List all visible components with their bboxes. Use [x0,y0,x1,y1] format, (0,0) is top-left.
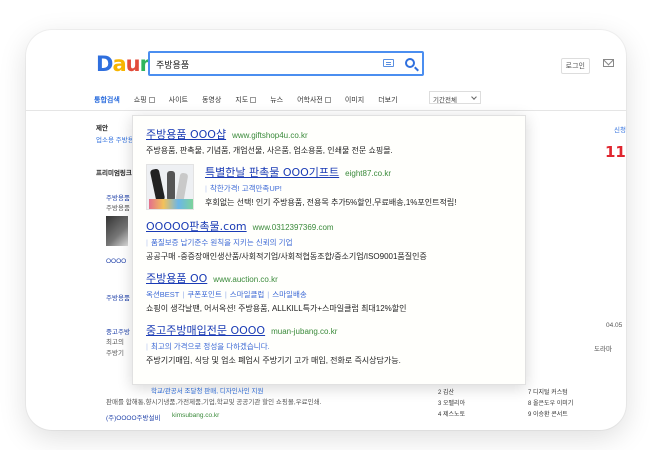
ad-item: 중고주방매입전문 OOOO muan-jubang.co.kr | 최고의 가격으… [146,322,525,366]
bg-link[interactable]: 중고주방 [106,326,130,336]
tab-news[interactable]: 뉴스 [270,95,283,105]
logo-letter: u [125,52,141,76]
tab-integrated[interactable]: 통합검색 [94,95,120,105]
ad-item: 특별한날 판촉물 OOO기프트 eight87.co.kr | 착한가격! 고객만… [146,164,525,210]
logo-letter: a [112,52,126,76]
bg-date: 04.05 [606,322,623,329]
ad-sublink[interactable]: 품질보증 납기준수 원칙을 지키는 신뢰의 기업 [151,238,293,247]
bg-link[interactable]: 주방용품 [106,292,130,302]
mail-icon[interactable] [603,59,614,67]
bg-link[interactable]: 주방용품 [106,192,130,202]
bg-text: 주방용품 [106,205,130,212]
bg-text: 최고의 [106,339,124,346]
ad-sublink-row: 옥션BEST | 쿠폰포인트 | 스마일클럽 | 스마일배송 [146,290,307,299]
tab-more[interactable]: 더보기 [378,95,397,105]
ad-description: 쇼핑이 생각날땐, 어서옥션! 주방용품, ALLKILL특가+스마일클럽 최대… [146,304,407,313]
bg-tag[interactable]: 도라마 [594,343,612,353]
ad-sublink[interactable]: 스마일배송 [272,290,307,299]
ad-title-link[interactable]: OOOOO판촉물.com [146,218,247,234]
tab-dictionary[interactable]: 어학사전 [297,95,331,105]
bg-url: kimsubang.co.kr [172,412,220,419]
ad-item: OOOOO판촉물.com www.0312397369.com | 품질보증 납기… [146,218,525,262]
ad-panel: 주방용품 OOO샵 www.giftshop4u.co.kr 주방용품, 판촉물… [132,115,526,385]
ad-sublink-row: | 최고의 가격으로 정성을 다하겠습니다. [146,342,270,351]
bg-thumbnail [106,216,128,246]
ad-title-link[interactable]: 특별한날 판촉물 OOO기프트 [205,164,339,180]
search-box [148,51,424,76]
ad-sublink[interactable]: 쿠폰포인트 [187,290,222,299]
ad-description: 주방용품, 판촉물, 기념품, 개업선물, 사은품, 업소용품, 인쇄물 전문 … [146,146,393,155]
tab-site[interactable]: 사이트 [169,95,188,105]
keyboard-icon[interactable] [383,59,394,67]
ad-item: 주방용품 OOO샵 www.giftshop4u.co.kr 주방용품, 판촉물… [146,126,525,156]
period-select[interactable]: 기간전체 [429,91,481,104]
search-tabs: 통합검색 쇼핑 사이트 동영상 지도 뉴스 어학사전 이미지 더보기 [94,92,412,108]
trending-list: 2 김산 7 디지털 커스텀 3 오펠리아 8 올은도우 이미기 4 제스노토 9 이… [438,387,618,420]
list-item[interactable]: 3 오펠리아 8 올은도우 이미기 [438,398,618,409]
ad-sublink[interactable]: 착한가격! 고객만족UP! [210,184,282,193]
ad-url[interactable]: eight87.co.kr [345,169,391,178]
ad-sublink[interactable]: 옥션BEST [146,290,179,299]
ad-url[interactable]: www.auction.co.kr [213,275,277,284]
tab-image[interactable]: 이미지 [345,95,364,105]
list-item[interactable]: 4 제스노토 9 이승환 콘서트 [438,409,618,420]
ad-title-link[interactable]: 주방용품 OO [146,270,207,286]
ad-item: 주방용품 OO www.auction.co.kr 옥션BEST | 쿠폰포인트 | 스… [146,270,525,314]
ad-description: 공공구매 -중증장애인생산품/사회적기업/사회적협동조합/중소기업/ISO900… [146,252,427,261]
tab-shopping[interactable]: 쇼핑 [134,95,155,105]
search-icon[interactable] [405,58,415,68]
bg-text: 주방기 [106,350,124,357]
ad-url[interactable]: muan-jubang.co.kr [271,327,337,336]
ad-sublink[interactable]: 스마일클럽 [230,290,265,299]
suggest-label: 제안 [96,125,108,132]
list-item[interactable]: 2 김산 7 디지털 커스텀 [438,387,618,398]
ad-url[interactable]: www.0312397369.com [253,223,334,232]
bg-link[interactable]: OOOO [106,258,126,265]
premium-link-label: 프리미엄링크 [96,170,132,177]
ad-title-link[interactable]: 주방용품 OOO샵 [146,126,226,142]
tab-divider [26,110,626,111]
ad-description: 주방기기매입, 식당 및 업소 폐업시 주방기기 고가 매입, 전화로 즉시상담… [146,356,401,365]
apply-link[interactable]: 신청 [614,124,626,134]
tab-video[interactable]: 동영상 [202,95,221,105]
ad-thumbnail[interactable] [146,164,194,210]
ad-title-link[interactable]: 중고주방매입전문 OOOO [146,322,265,338]
ad-sublink[interactable]: 최고의 가격으로 정성을 다하겠습니다. [151,342,270,351]
login-button[interactable]: 로그인 [560,58,590,74]
bg-link[interactable]: (주)OOOO주방설비 [106,412,160,422]
search-input[interactable] [156,56,376,72]
ad-description: 후회없는 선택! 인기 주방용품, 전용목 추가5%할인,무료배송,1%포인트적… [205,198,457,207]
browser-frame: Daum 로그인 통합검색 쇼핑 사이트 동영상 지도 뉴스 어학사전 이미지 … [26,30,626,430]
logo-letter: D [96,52,113,76]
ad-sublink-row: | 착한가격! 고객만족UP! [205,184,282,193]
bg-sub-link[interactable]: 학교/관공서 조달청 판매, 디자인사인 지원 [151,385,264,395]
tab-map[interactable]: 지도 [235,95,256,105]
trending-number: 11 [605,143,626,161]
ad-sublink-row: | 품질보증 납기준수 원칙을 지키는 신뢰의 기업 [146,238,293,247]
bg-desc: 판매를 합해통,향시기냉품,가전제품,기업,학교및 공공기관 할인 쇼핑몰,우료… [106,399,322,406]
ad-url[interactable]: www.giftshop4u.co.kr [232,131,308,140]
